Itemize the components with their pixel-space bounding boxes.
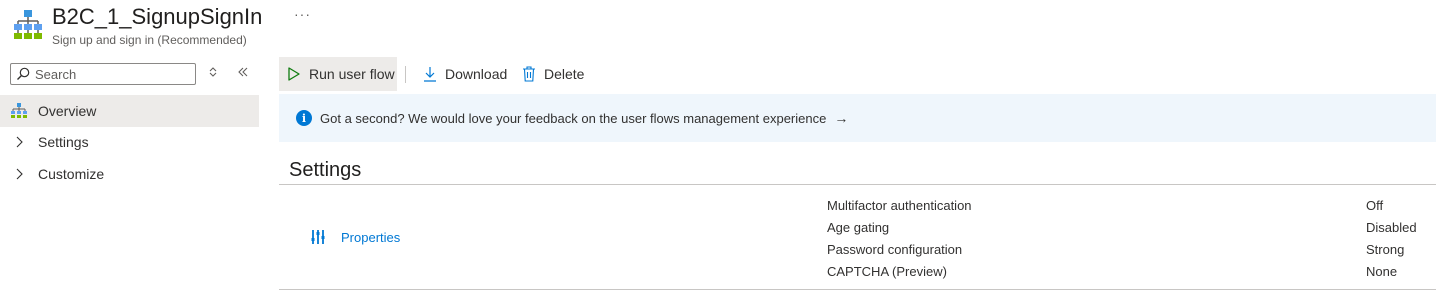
user-flow-hierarchy-icon — [14, 9, 42, 39]
feedback-banner: i Got a second? We would love your feedb… — [279, 94, 1436, 142]
setting-label: Age gating — [827, 220, 890, 235]
delete-button[interactable]: Delete — [522, 57, 584, 91]
divider — [279, 184, 1436, 185]
delete-label: Delete — [544, 66, 585, 82]
download-label: Download — [445, 66, 508, 82]
divider — [279, 289, 1436, 290]
arrow-right-icon[interactable]: → — [834, 110, 848, 126]
sidebar-item-customize[interactable]: Customize — [0, 158, 259, 190]
run-user-flow-label: Run user flow — [309, 66, 395, 82]
search-placeholder: Search — [35, 67, 77, 82]
setting-label: Multifactor authentication — [827, 198, 972, 213]
run-user-flow-button[interactable]: Run user flow — [279, 57, 397, 91]
search-icon — [16, 67, 30, 81]
play-icon — [287, 67, 309, 81]
download-icon — [423, 66, 445, 82]
setting-value: Off — [1366, 198, 1384, 213]
sidebar-item-overview[interactable]: Overview — [0, 95, 259, 127]
user-flow-hierarchy-icon — [0, 103, 38, 119]
section-title: Settings — [289, 159, 362, 181]
setting-value: Strong — [1366, 242, 1405, 257]
sidebar-item-settings[interactable]: Settings — [0, 126, 259, 158]
page-title: B2C_1_SignupSignIn — [52, 4, 263, 29]
more-options-button[interactable]: ··· — [294, 6, 311, 22]
sidebar-item-label: Settings — [38, 134, 89, 150]
expand-collapse-icon[interactable] — [208, 66, 218, 81]
download-button[interactable]: Download — [423, 57, 507, 91]
setting-value: Disabled — [1366, 220, 1417, 235]
setting-value: None — [1366, 264, 1398, 279]
properties-icon — [311, 229, 341, 245]
chevron-right-icon — [0, 168, 38, 180]
toolbar-divider — [405, 66, 406, 83]
search-input[interactable]: Search — [10, 63, 196, 85]
feedback-text: Got a second? We would love your feedbac… — [320, 110, 827, 126]
info-icon: i — [296, 110, 312, 126]
sidebar-item-label: Customize — [38, 166, 105, 182]
collapse-sidebar-icon[interactable] — [237, 66, 249, 81]
properties-label: Properties — [341, 229, 401, 245]
trash-icon — [522, 66, 544, 82]
sidebar-item-label: Overview — [38, 103, 97, 119]
setting-label: Password configuration — [827, 242, 963, 257]
setting-label: CAPTCHA (Preview) — [827, 264, 947, 279]
properties-link[interactable]: Properties — [311, 229, 400, 245]
page-subtitle: Sign up and sign in (Recommended) — [52, 33, 247, 47]
chevron-right-icon — [0, 136, 38, 148]
